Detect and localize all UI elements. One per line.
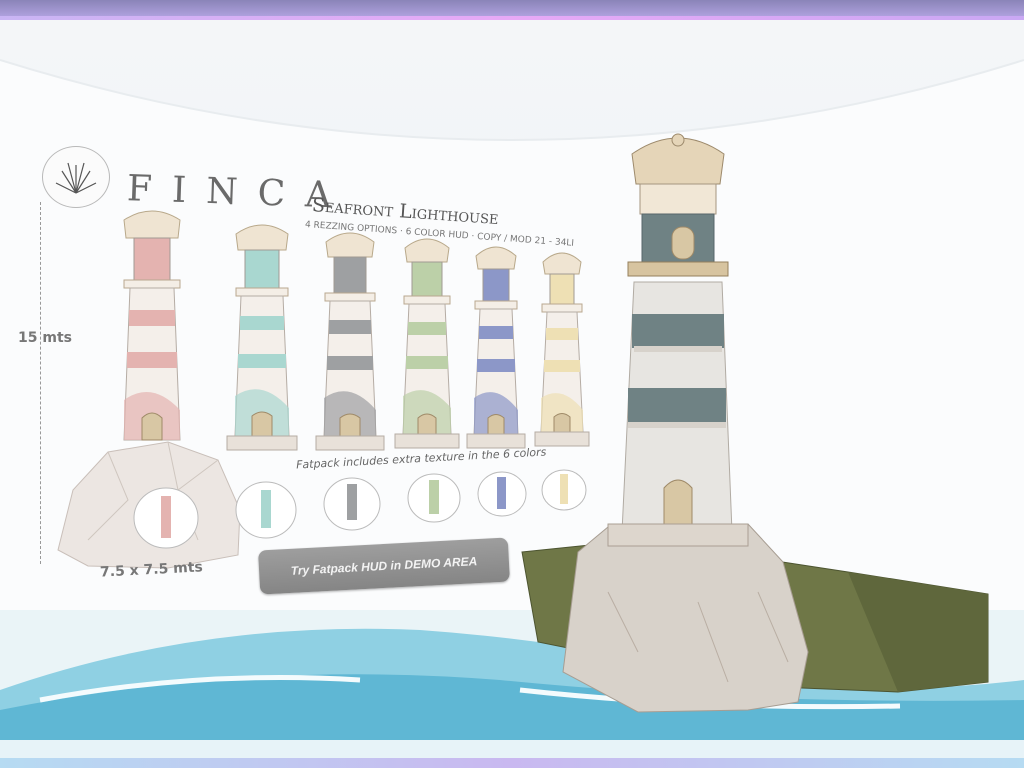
agave-logo-icon <box>55 162 97 194</box>
viewer-bottom-bar <box>0 758 1024 768</box>
viewer-top-bar <box>0 0 1024 20</box>
scene-view: FINCA Seafront Lighthouse 4 REZZING OPTI… <box>0 20 1024 758</box>
height-dimension-line <box>40 202 41 564</box>
variant-lighthouse-mint <box>226 224 298 451</box>
variant-lighthouse-green <box>394 238 460 449</box>
main-lighthouse <box>562 133 809 713</box>
variant-lighthouse-blue <box>466 246 526 449</box>
variant-lighthouse-pink <box>123 210 181 441</box>
height-label: 15 mts <box>18 330 72 346</box>
brand-logo <box>42 146 110 208</box>
variant-lighthouse-gray <box>315 232 385 451</box>
